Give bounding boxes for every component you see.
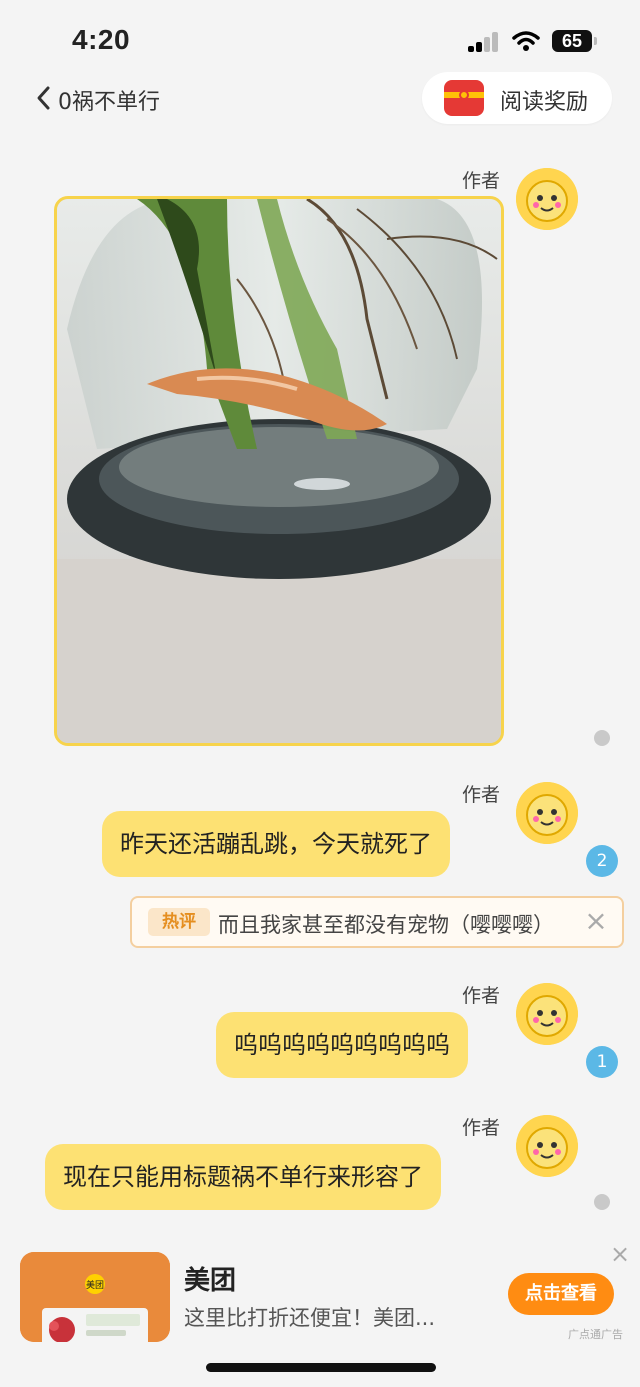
home-indicator[interactable] [206,1363,436,1372]
ad-title[interactable]: 美团 [184,1260,236,1297]
plant-vase-photo [57,199,501,743]
message-photo[interactable] [54,196,504,746]
close-icon[interactable]: × [584,906,608,936]
close-icon[interactable]: × [608,1242,632,1266]
ad-description[interactable]: 这里比打折还便宜！美团... [184,1302,435,1332]
author-label: 作者 [462,784,501,806]
hot-comment-text: 而且我家甚至都没有宠物（嘤嘤嘤） [218,913,554,937]
back-chevron-icon[interactable] [34,84,54,112]
reading-reward-button[interactable]: 阅读奖励 [422,72,612,124]
read-status-dot [594,1194,610,1210]
hot-comment[interactable]: 热评 而且我家甚至都没有宠物（嘤嘤嘤） × [130,896,624,948]
battery-indicator: 65 [552,30,597,52]
ad-source-label: 广点通广告 [568,1328,623,1341]
red-envelope-icon [444,80,484,116]
message-bubble[interactable]: 呜呜呜呜呜呜呜呜呜 [216,1012,468,1078]
message-bubble[interactable]: 现在只能用标题祸不单行来形容了 [45,1144,441,1210]
ad-view-button[interactable]: 点击查看 [508,1273,614,1315]
wifi-icon [512,31,540,51]
page-title[interactable]: 0祸不单行 [58,84,160,116]
ad-image[interactable]: 美团 [20,1252,170,1342]
comment-count-badge[interactable]: 2 [586,845,618,877]
reading-reward-label: 阅读奖励 [500,90,589,115]
hot-comment-tag: 热评 [148,908,210,936]
cellular-signal-icon [468,32,500,52]
comment-count-badge[interactable]: 1 [586,1046,618,1078]
author-avatar[interactable] [516,782,578,844]
message-bubble[interactable]: 昨天还活蹦乱跳，今天就死了 [102,811,450,877]
author-avatar[interactable] [516,168,578,230]
read-status-dot [594,730,610,746]
author-label: 作者 [462,1117,501,1139]
author-label: 作者 [462,170,501,192]
author-label: 作者 [462,985,501,1007]
ad-logo-text: 美团 [86,1279,104,1291]
status-time: 4:20 [72,24,131,55]
author-avatar[interactable] [516,983,578,1045]
author-avatar[interactable] [516,1115,578,1177]
